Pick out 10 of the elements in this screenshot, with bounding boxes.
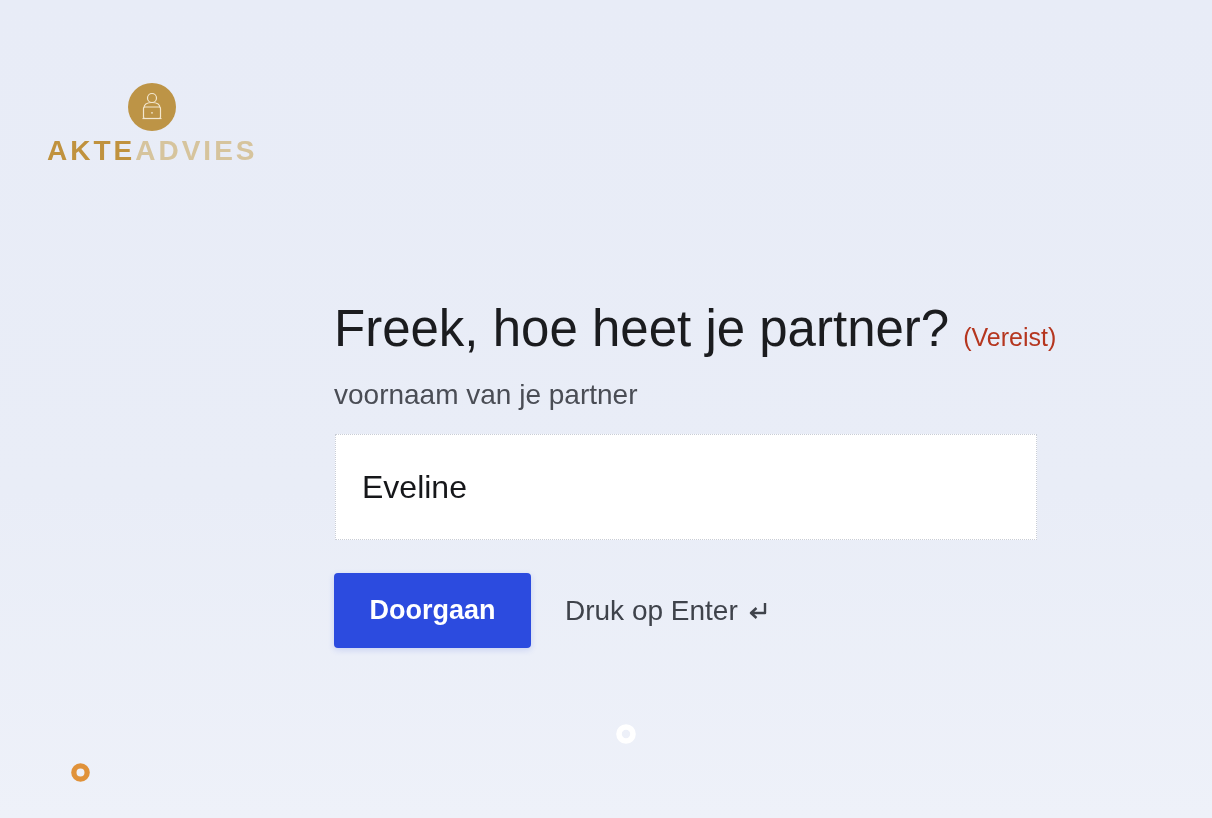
question-description: voornaam van je partner [334,378,638,412]
input-field[interactable]: Eveline [335,434,1037,540]
logo-icon [128,83,177,131]
question-title: Freek, hoe heet je partner? [334,299,950,359]
required-label: (Vereist) [963,323,1057,352]
continue-button[interactable]: Doorgaan [334,573,531,648]
ring-icon [71,763,90,782]
enter-hint: Druk op Enter [565,594,738,627]
return-arrow-icon [747,600,768,621]
logo-text: AKTEADVIES [47,135,258,167]
